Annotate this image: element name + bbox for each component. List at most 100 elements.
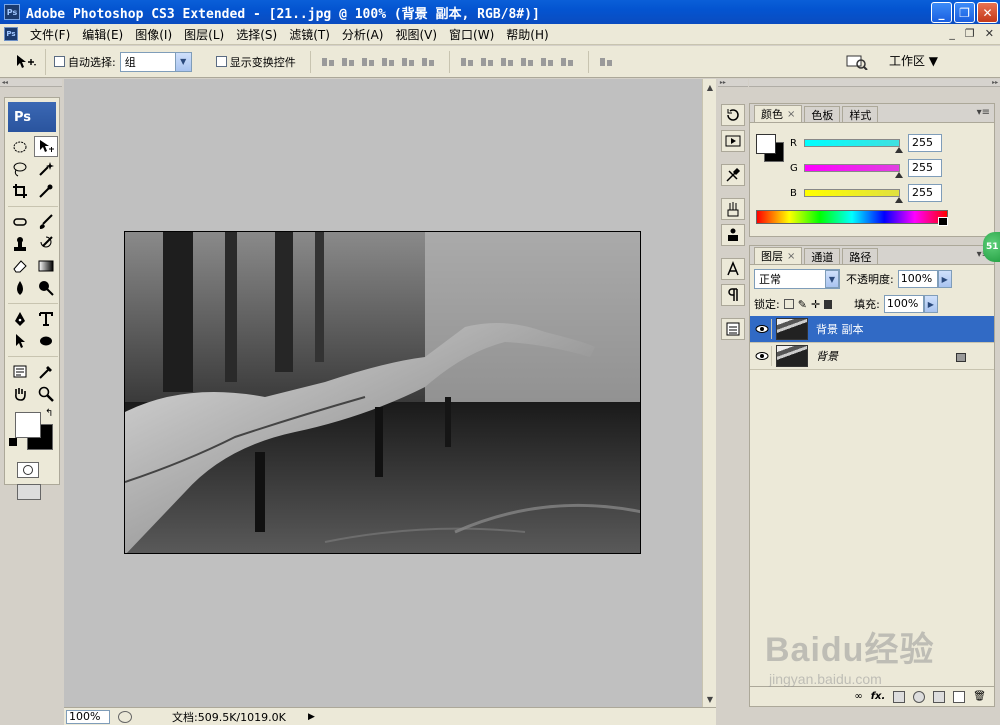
workspace-menu-button[interactable]: 工作区 ▼ (889, 52, 938, 69)
distribute-left-icon[interactable] (520, 55, 534, 69)
notes-tool-icon[interactable] (8, 361, 32, 382)
panel-menu-icon[interactable]: ▾≡ (977, 107, 990, 118)
blend-mode-dropdown[interactable]: 正常 ▼ (754, 269, 840, 289)
eraser-tool-icon[interactable] (8, 255, 32, 276)
align-bottom-icon[interactable] (361, 55, 375, 69)
type-tool-icon[interactable] (34, 308, 58, 329)
menu-window[interactable]: 窗口(W) (443, 26, 500, 43)
green-slider[interactable] (804, 164, 903, 178)
brush-tool-icon[interactable] (34, 211, 58, 232)
paragraph-panel-icon[interactable] (721, 284, 745, 306)
distribute-vcenter-icon[interactable] (480, 55, 494, 69)
gradient-tool-icon[interactable] (34, 255, 58, 276)
doc-restore-button[interactable]: ❐ (965, 27, 975, 40)
tab-swatches[interactable]: 色板 (804, 106, 841, 122)
auto-select-dropdown[interactable]: 组 ▼ (119, 51, 192, 72)
align-right-icon[interactable] (421, 55, 435, 69)
distribute-right-icon[interactable] (560, 55, 574, 69)
eyedropper-tool-icon[interactable] (34, 361, 58, 382)
close-button[interactable]: ✕ (977, 2, 998, 23)
doc-minimize-button[interactable]: _ (949, 27, 955, 40)
show-transform-box[interactable] (215, 56, 227, 67)
show-transform-checkbox[interactable]: 显示变换控件 (215, 54, 296, 70)
fill-slider-arrow-icon[interactable]: ▶ (923, 295, 938, 313)
menu-analysis[interactable]: 分析(A) (336, 26, 390, 43)
menu-file[interactable]: 文件(F) (24, 26, 76, 43)
history-panel-icon[interactable] (721, 104, 745, 126)
layer-name[interactable]: 背景 副本 (816, 321, 864, 337)
magic-wand-tool-icon[interactable] (34, 158, 58, 179)
quick-mask-icon[interactable] (17, 462, 39, 478)
align-hcenter-icon[interactable] (401, 55, 415, 69)
brushes-panel-icon[interactable] (721, 198, 745, 220)
vertical-scrollbar[interactable]: ▲ ▼ (702, 79, 716, 707)
align-vcenter-icon[interactable] (341, 55, 355, 69)
color-spectrum-ramp[interactable] (756, 210, 948, 226)
clone-stamp-tool-icon[interactable] (8, 233, 32, 254)
panels-collapse-strip[interactable]: ▸▸ (749, 79, 1000, 87)
path-selection-tool-icon[interactable] (8, 330, 32, 351)
chevron-down-icon[interactable]: ▼ (174, 52, 191, 71)
lock-position-icon[interactable]: ✛ (811, 298, 820, 311)
restore-button[interactable]: ❐ (954, 2, 975, 23)
red-value-field[interactable]: 255 (908, 134, 942, 152)
zoom-tool-icon[interactable] (34, 383, 58, 404)
dodge-tool-icon[interactable] (34, 277, 58, 298)
opacity-field[interactable]: 100% (897, 270, 938, 288)
move-tool-icon[interactable] (34, 136, 58, 157)
scroll-down-icon[interactable]: ▼ (704, 692, 716, 706)
healing-brush-tool-icon[interactable] (8, 211, 32, 232)
menu-filter[interactable]: 滤镜(T) (283, 26, 336, 43)
tool-presets-panel-icon[interactable] (721, 164, 745, 186)
screen-mode-icon[interactable] (17, 484, 41, 500)
minimize-button[interactable]: _ (931, 2, 952, 23)
tab-color[interactable]: 颜色 × (754, 105, 803, 122)
lasso-tool-icon[interactable] (8, 158, 32, 179)
red-slider[interactable] (804, 139, 903, 153)
status-info-icon[interactable] (118, 710, 132, 723)
swap-colors-icon[interactable]: ↰ (45, 408, 53, 419)
dock-collapse-strip[interactable]: ▸▸ (718, 79, 748, 87)
lock-all-icon[interactable] (824, 299, 833, 309)
auto-select-checkbox[interactable]: 自动选择: (54, 54, 116, 70)
menu-view[interactable]: 视图(V) (389, 26, 443, 43)
close-tab-icon[interactable]: × (787, 251, 795, 262)
blue-slider[interactable] (804, 189, 903, 203)
foreground-color-swatch[interactable] (15, 412, 41, 438)
bridge-icon[interactable] (846, 54, 868, 70)
layer-visibility-eye-icon[interactable] (752, 346, 772, 366)
distribute-bottom-icon[interactable] (500, 55, 514, 69)
align-left-icon[interactable] (381, 55, 395, 69)
slider-thumb[interactable] (895, 172, 903, 178)
actions-panel-icon[interactable] (721, 130, 745, 152)
eyedropper-slice-tool-icon[interactable] (34, 180, 58, 201)
default-colors-icon[interactable] (9, 438, 17, 446)
blue-value-field[interactable]: 255 (908, 184, 942, 202)
tab-layers[interactable]: 图层 × (754, 247, 803, 264)
tab-paths[interactable]: 路径 (842, 248, 879, 264)
document-icon[interactable]: Ps (4, 27, 18, 41)
align-top-icon[interactable] (321, 55, 335, 69)
menu-help[interactable]: 帮助(H) (500, 26, 554, 43)
scroll-up-icon[interactable]: ▲ (704, 80, 716, 94)
toolbox-logo[interactable]: Ps (8, 102, 56, 132)
auto-select-box[interactable] (54, 56, 65, 67)
crop-tool-icon[interactable] (8, 180, 32, 201)
distribute-hcenter-icon[interactable] (540, 55, 554, 69)
layer-comps-panel-icon[interactable] (721, 318, 745, 340)
opacity-slider-arrow-icon[interactable]: ▶ (937, 270, 952, 288)
notification-badge[interactable]: 51 (983, 232, 1000, 262)
blur-tool-icon[interactable] (8, 277, 32, 298)
document-image[interactable] (124, 231, 641, 554)
photoshop-app-icon[interactable]: Ps (4, 4, 20, 20)
status-menu-arrow-icon[interactable]: ▶ (308, 712, 315, 722)
close-tab-icon[interactable]: × (787, 109, 795, 120)
layer-name[interactable]: 背景 (816, 348, 838, 364)
toolbox-collapse-strip[interactable]: ◂◂ (0, 79, 62, 87)
move-tool-preset-icon[interactable] (6, 48, 46, 75)
menu-select[interactable]: 选择(S) (230, 26, 283, 43)
zoom-level-field[interactable]: 100% (66, 709, 110, 724)
tab-styles[interactable]: 样式 (842, 106, 879, 122)
layer-row-background[interactable]: 背景 (750, 343, 994, 370)
character-panel-icon[interactable] (721, 258, 745, 280)
